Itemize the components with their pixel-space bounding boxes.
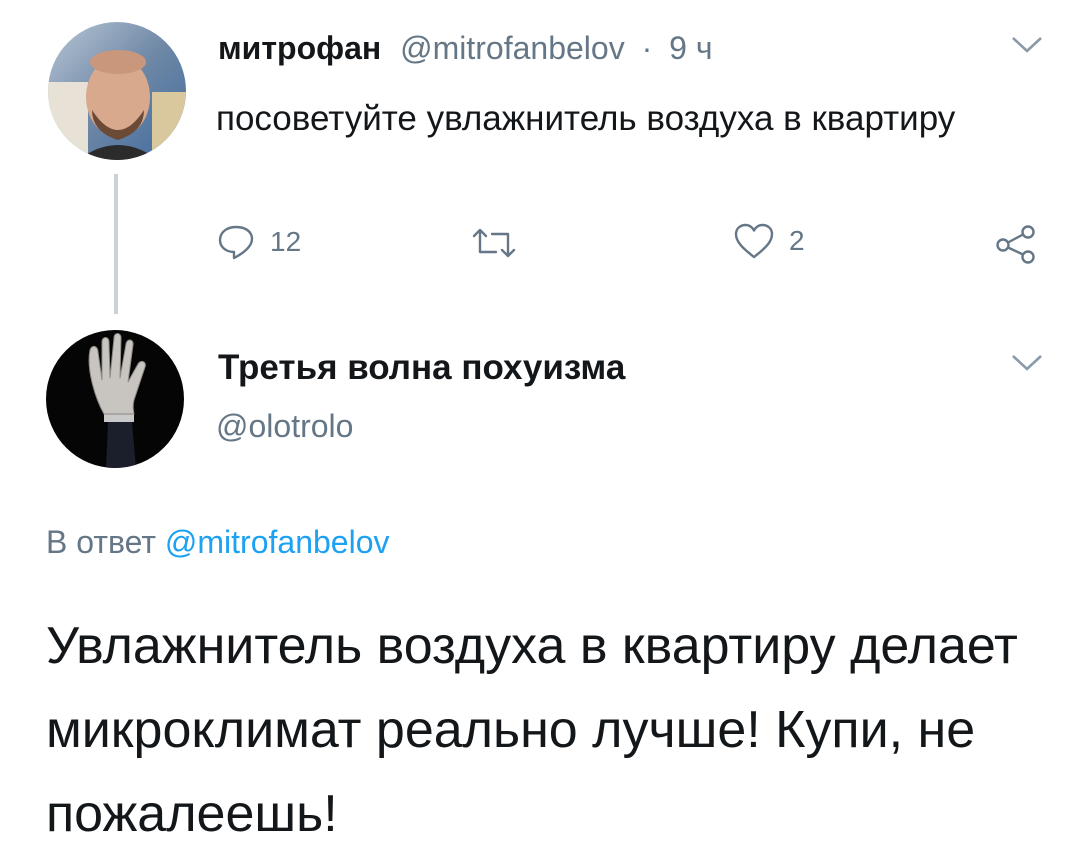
author-avatar[interactable] <box>48 22 186 160</box>
author-handle[interactable]: @olotrolo <box>216 404 353 448</box>
share-icon <box>994 224 1038 264</box>
author-handle[interactable]: @mitrofanbelov <box>400 30 625 66</box>
thread-connector-line <box>114 174 118 314</box>
separator-dot: · <box>641 30 653 66</box>
reply-context: В ответ @mitrofanbelov <box>46 520 389 564</box>
author-name[interactable]: митрофан <box>218 30 381 66</box>
share-button[interactable] <box>994 224 1038 264</box>
tweet-timestamp[interactable]: 9 ч <box>669 30 712 66</box>
like-count: 2 <box>789 225 805 256</box>
reply-button[interactable]: 12 <box>216 224 301 260</box>
tweet1-header: митрофан @mitrofanbelov · 9 ч <box>218 28 713 68</box>
chevron-down-icon[interactable] <box>1010 352 1044 374</box>
reply-mention-link[interactable]: @mitrofanbelov <box>165 524 390 560</box>
author-avatar[interactable] <box>46 330 184 468</box>
reply-icon <box>216 224 256 260</box>
retweet-button[interactable] <box>470 226 518 260</box>
tweet-text: посоветуйте увлажнитель воздуха в кварти… <box>216 99 956 138</box>
retweet-icon <box>470 226 518 260</box>
like-button[interactable]: 2 <box>733 222 805 260</box>
heart-icon <box>733 222 775 260</box>
reply-count: 12 <box>270 226 302 257</box>
reply-prefix: В ответ <box>46 524 157 560</box>
author-name[interactable]: Третья волна похуизма <box>218 345 625 391</box>
tweet-text: Увлажнитель воздуха в квартиру делает ми… <box>46 617 1018 843</box>
chevron-down-icon[interactable] <box>1010 34 1044 56</box>
